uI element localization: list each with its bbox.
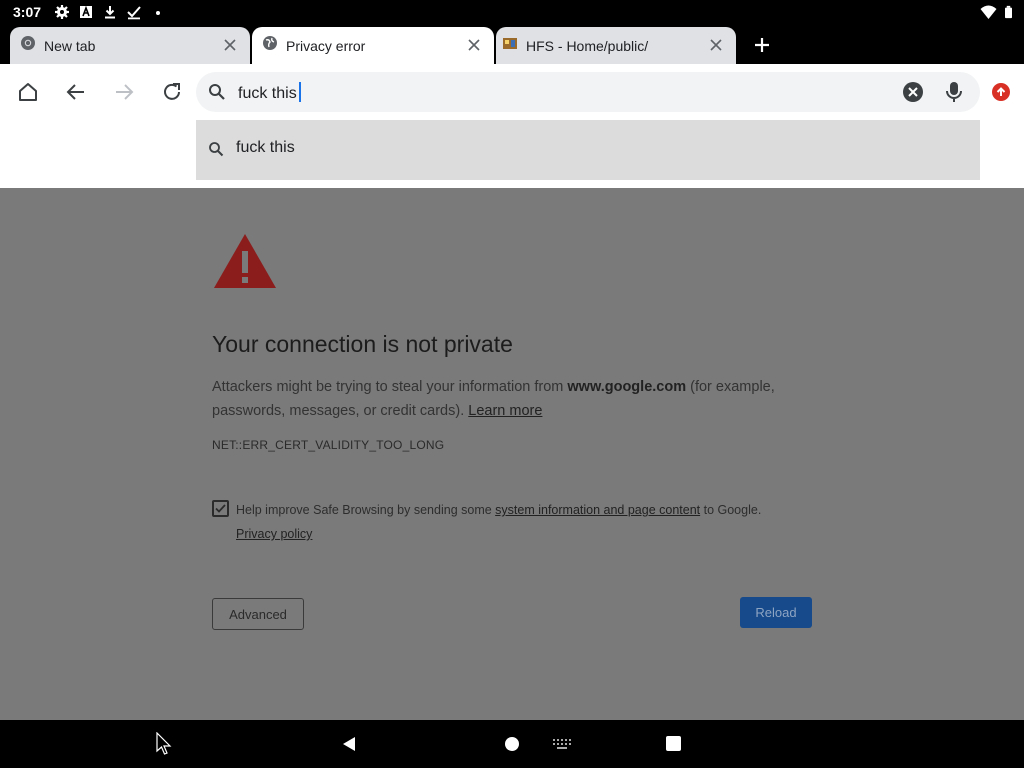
update-available-icon[interactable] <box>992 83 1010 101</box>
omnibox[interactable]: fuck this <box>196 72 980 112</box>
privacy-error-page: Your connection is not private Attackers… <box>0 188 1024 720</box>
wifi-icon <box>980 5 997 24</box>
tab-hfs-home-public[interactable]: HFS - Home/public/ <box>496 27 736 64</box>
page-title: Your connection is not private <box>212 331 513 357</box>
privacy-policy-link[interactable]: Privacy policy <box>236 527 312 541</box>
font-a-icon <box>78 4 94 20</box>
search-icon <box>208 141 224 157</box>
dot-icon <box>150 4 166 20</box>
forward-arrow-icon[interactable] <box>112 80 136 104</box>
omnibox-value: fuck this <box>238 85 297 102</box>
globe-favicon-icon <box>262 35 278 56</box>
warning-triangle-icon <box>212 232 278 290</box>
mouse-cursor-icon <box>156 731 172 761</box>
tab-new-tab[interactable]: New tab <box>10 27 250 64</box>
navigation-bar <box>0 720 1024 768</box>
checkmark-icon <box>215 504 226 513</box>
tab-close-icon[interactable] <box>466 37 482 53</box>
chrome-favicon-icon <box>20 35 36 56</box>
reload-icon[interactable] <box>160 80 184 104</box>
back-arrow-icon[interactable] <box>64 80 88 104</box>
tab-close-icon[interactable] <box>222 37 238 53</box>
status-notification-icons <box>54 4 166 20</box>
description-text: Attackers might be trying to steal your … <box>212 379 568 395</box>
advanced-button[interactable]: Advanced <box>212 598 304 630</box>
suggestion-text: fuck this <box>236 139 295 156</box>
safe-browsing-checkbox[interactable] <box>212 500 229 517</box>
tab-title: HFS - Home/public/ <box>526 37 649 54</box>
recents-square-icon[interactable] <box>666 736 681 756</box>
tab-privacy-error[interactable]: Privacy error <box>252 27 494 64</box>
tab-title: New tab <box>44 37 96 54</box>
safe-browsing-text: Help improve Safe Browsing by sending so… <box>236 498 826 546</box>
hfs-favicon-icon <box>502 35 518 56</box>
safe-browsing-label: to Google. <box>700 503 762 517</box>
battery-icon <box>1005 5 1012 24</box>
error-code: NET::ERR_CERT_VALIDITY_TOO_LONG <box>212 438 445 452</box>
clear-input-icon[interactable] <box>902 81 924 103</box>
reload-button[interactable]: Reload <box>740 597 812 628</box>
system-information-link[interactable]: system information and page content <box>495 503 700 517</box>
new-tab-plus-icon[interactable] <box>752 35 772 55</box>
browser-toolbar: fuck this <box>0 64 1024 120</box>
safe-browsing-label: Help improve Safe Browsing by sending so… <box>236 503 496 517</box>
suggestion-item[interactable]: fuck this <box>196 120 980 180</box>
status-bar: 3:07 <box>0 0 1024 26</box>
page-description: Attackers might be trying to steal your … <box>212 375 812 423</box>
settings-gear-icon <box>54 4 70 20</box>
omnibox-input[interactable]: fuck this <box>238 82 301 103</box>
keyboard-icon[interactable] <box>553 738 571 756</box>
search-icon <box>208 83 226 101</box>
status-system-icons <box>980 5 1012 24</box>
back-triangle-icon[interactable] <box>342 736 356 757</box>
domain-name: www.google.com <box>567 379 687 395</box>
status-time: 3:07 <box>13 4 42 20</box>
checkmark-icon <box>126 4 142 20</box>
home-icon[interactable] <box>16 80 40 104</box>
tab-close-icon[interactable] <box>708 37 724 53</box>
tab-title: Privacy error <box>286 37 366 54</box>
home-circle-icon[interactable] <box>505 737 519 756</box>
tab-strip: New tab Privacy error HFS - Home/public/ <box>0 26 1024 64</box>
learn-more-link[interactable]: Learn more <box>468 403 542 419</box>
microphone-icon[interactable] <box>944 80 964 104</box>
text-caret <box>298 82 301 102</box>
omnibox-suggestions: fuck this <box>0 120 1024 188</box>
download-icon <box>102 4 118 20</box>
